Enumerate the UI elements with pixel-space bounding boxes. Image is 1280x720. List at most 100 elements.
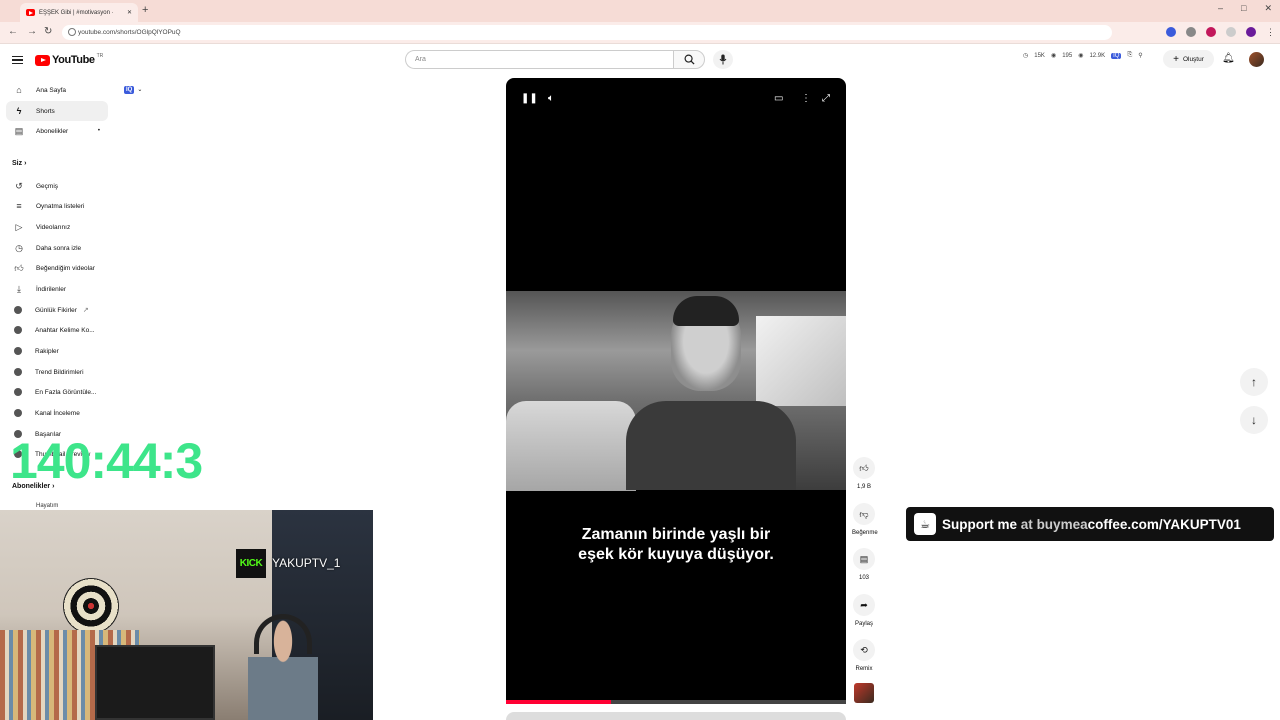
url-text: youtube.com/shorts/OGlpQlYOPuQ (78, 29, 181, 36)
like-button[interactable]: 👍︎ 1,9 B (852, 457, 876, 490)
dislike-button[interactable]: 👎︎ Beğenme (852, 503, 878, 536)
support-text-part: at (1020, 516, 1033, 532)
share-icon: ➦ (853, 594, 875, 616)
vidiq-sidebar-badge[interactable]: IQ ⌄ (124, 83, 150, 96)
browser-tab-strip (0, 0, 1280, 22)
next-short-preview[interactable] (506, 712, 846, 720)
stat-eye-icon: ◉ (1078, 53, 1084, 59)
thumbs-up-icon: 👍︎ (853, 457, 875, 479)
remix-button[interactable]: ⟲ Remix (852, 639, 876, 672)
share-button[interactable]: ➦ Paylaş (852, 594, 876, 627)
comment-count: 103 (858, 575, 869, 581)
extension-icon[interactable] (1166, 27, 1176, 37)
voice-search-button[interactable] (713, 50, 733, 69)
site-info-icon[interactable] (68, 28, 76, 36)
youtube-logo[interactable]: YouTube TR (35, 53, 103, 66)
sidebar-item-watch-later[interactable]: ◷ Daha sonra izle (6, 238, 108, 258)
forward-icon[interactable]: → (27, 26, 37, 37)
vidiq-icon: IQ (124, 85, 135, 94)
search-icon (684, 54, 695, 65)
arrow-down-icon: ↓ (1251, 413, 1257, 427)
pin-icon[interactable]: ⚲ (1138, 52, 1142, 59)
shorts-player[interactable]: ❚❚ 🔈︎ ▭ ⋮ ⤢ Zamanın birinde yaşlı bir eş… (506, 78, 846, 704)
profile-icon[interactable] (1246, 27, 1256, 37)
webcam-overlay (0, 510, 373, 720)
new-tab-button[interactable]: + (142, 4, 148, 16)
window-close-icon[interactable]: ✕ (1264, 3, 1272, 14)
sidebar-item-extension[interactable]: Trend Bildirimleri (6, 362, 108, 382)
sidebar-item-shorts[interactable]: ϟ Shorts (6, 101, 108, 121)
more-options-icon[interactable]: ⋮ (801, 93, 811, 104)
previous-short-button[interactable]: ↑ (1240, 368, 1268, 396)
sidebar-item-subscriptions[interactable]: ▤ Abonelikler • (6, 121, 108, 141)
create-label: Oluştur (1182, 55, 1204, 63)
subscriptions-icon: ▤ (14, 125, 24, 136)
next-short-button[interactable]: ↓ (1240, 406, 1268, 434)
support-text-part: Support me (942, 516, 1018, 532)
maximize-icon[interactable]: □ (1241, 3, 1246, 14)
your-videos-icon: ▷ (15, 221, 23, 232)
browser-tab[interactable]: EŞŞEK Gibi | #motivasyon · ✕ (20, 3, 138, 22)
sidebar-item-label: Daha sonra izle (36, 244, 82, 252)
sidebar-item-downloads[interactable]: ⤓ İndirilenler (6, 279, 108, 299)
kick-username: YAKUPTV_1 (272, 556, 341, 570)
account-avatar[interactable] (1249, 52, 1264, 67)
extension-stats: ◷ 15K ◉ 195 ◉ 12.9K IQ ⎘ ⚲ (1023, 52, 1143, 59)
stat-eye-icon: ◉ (1050, 53, 1057, 59)
sound-thumbnail[interactable] (854, 683, 874, 703)
create-button[interactable]: + Oluştur (1163, 50, 1214, 68)
extension-icon[interactable] (1226, 27, 1236, 37)
reload-icon[interactable]: ↻ (44, 26, 52, 37)
sidebar-item-playlists[interactable]: ≡ Oynatma listeleri (6, 196, 108, 216)
extension-icon (14, 388, 22, 396)
stat-value: 195 (1062, 52, 1073, 59)
sidebar-item-label: Anahtar Kelime Ko... (35, 326, 95, 334)
sidebar-item-extension[interactable]: Günlük Fikirler ↗ (6, 300, 108, 320)
minimize-icon[interactable]: – (1218, 3, 1223, 14)
subscription-channel[interactable]: Hayatım (36, 503, 58, 509)
sidebar-item-label: Ana Sayfa (36, 86, 66, 94)
volume-icon[interactable]: 🔈︎ (548, 93, 554, 104)
support-banner: ☕︎ Support me at buymeacoffee.com/YAKUPT… (906, 507, 1274, 541)
guide-menu-icon[interactable] (12, 56, 23, 64)
sidebar-item-extension[interactable]: Rakipler (6, 341, 108, 361)
sidebar-item-home[interactable]: ⌂ Ana Sayfa (6, 80, 108, 100)
section-heading-you[interactable]: Siz › (12, 160, 26, 167)
search-button[interactable] (673, 50, 705, 69)
coffee-cup-icon: ☕︎ (914, 513, 936, 535)
progress-bar[interactable] (506, 700, 846, 704)
extension-icon (14, 409, 22, 417)
extension-icon[interactable] (1206, 27, 1216, 37)
chevron-down-icon: ⌄ (137, 87, 143, 93)
shorts-icon: ϟ (16, 106, 22, 116)
search-input[interactable]: Ara (405, 50, 673, 69)
vidiq-icon[interactable]: IQ (1111, 52, 1122, 59)
tab-close-icon[interactable]: ✕ (127, 9, 132, 16)
sidebar-item-label: İndirilenler (36, 285, 66, 293)
sidebar-item-label: Rakipler (35, 347, 59, 355)
remix-icon: ⟲ (853, 639, 875, 661)
back-icon[interactable]: ← (8, 26, 18, 37)
stat-value: 15K (1034, 52, 1045, 59)
comments-button[interactable]: ▤ 103 (852, 548, 876, 581)
support-text: Support me at buymeacoffee.com/YAKUPTV01 (942, 517, 1241, 532)
section-heading-subscriptions[interactable]: Abonelikler › (12, 483, 54, 490)
clipboard-icon[interactable]: ⎘ (1127, 52, 1132, 59)
sidebar-item-label: Trend Bildirimleri (35, 368, 84, 376)
sidebar-item-extension[interactable]: Kanal İnceleme (6, 403, 108, 423)
captions-icon[interactable]: ▭ (774, 93, 783, 104)
fullscreen-icon[interactable]: ⤢ (822, 93, 830, 104)
sidebar-item-extension[interactable]: Anahtar Kelime Ko... (6, 320, 108, 340)
sidebar-item-history[interactable]: ↺ Geçmiş (6, 176, 108, 196)
sidebar-item-your-videos[interactable]: ▷ Videolarınız (6, 217, 108, 237)
pause-icon[interactable]: ❚❚ (521, 93, 538, 104)
sidebar-item-liked-videos[interactable]: 👍︎ Beğendiğim videolar (6, 258, 108, 278)
browser-menu-icon[interactable]: ⋮ (1266, 27, 1275, 38)
download-icon: ⤓ (17, 283, 21, 294)
address-bar[interactable]: youtube.com/shorts/OGlpQlYOPuQ (62, 25, 1112, 40)
extension-icon[interactable] (1186, 27, 1196, 37)
youtube-favicon-icon (26, 9, 35, 16)
home-icon: ⌂ (16, 85, 22, 95)
notifications-bell-icon[interactable]: 🔔︎ (1222, 53, 1235, 64)
sidebar-item-extension[interactable]: En Fazla Görüntüle... (6, 382, 108, 402)
